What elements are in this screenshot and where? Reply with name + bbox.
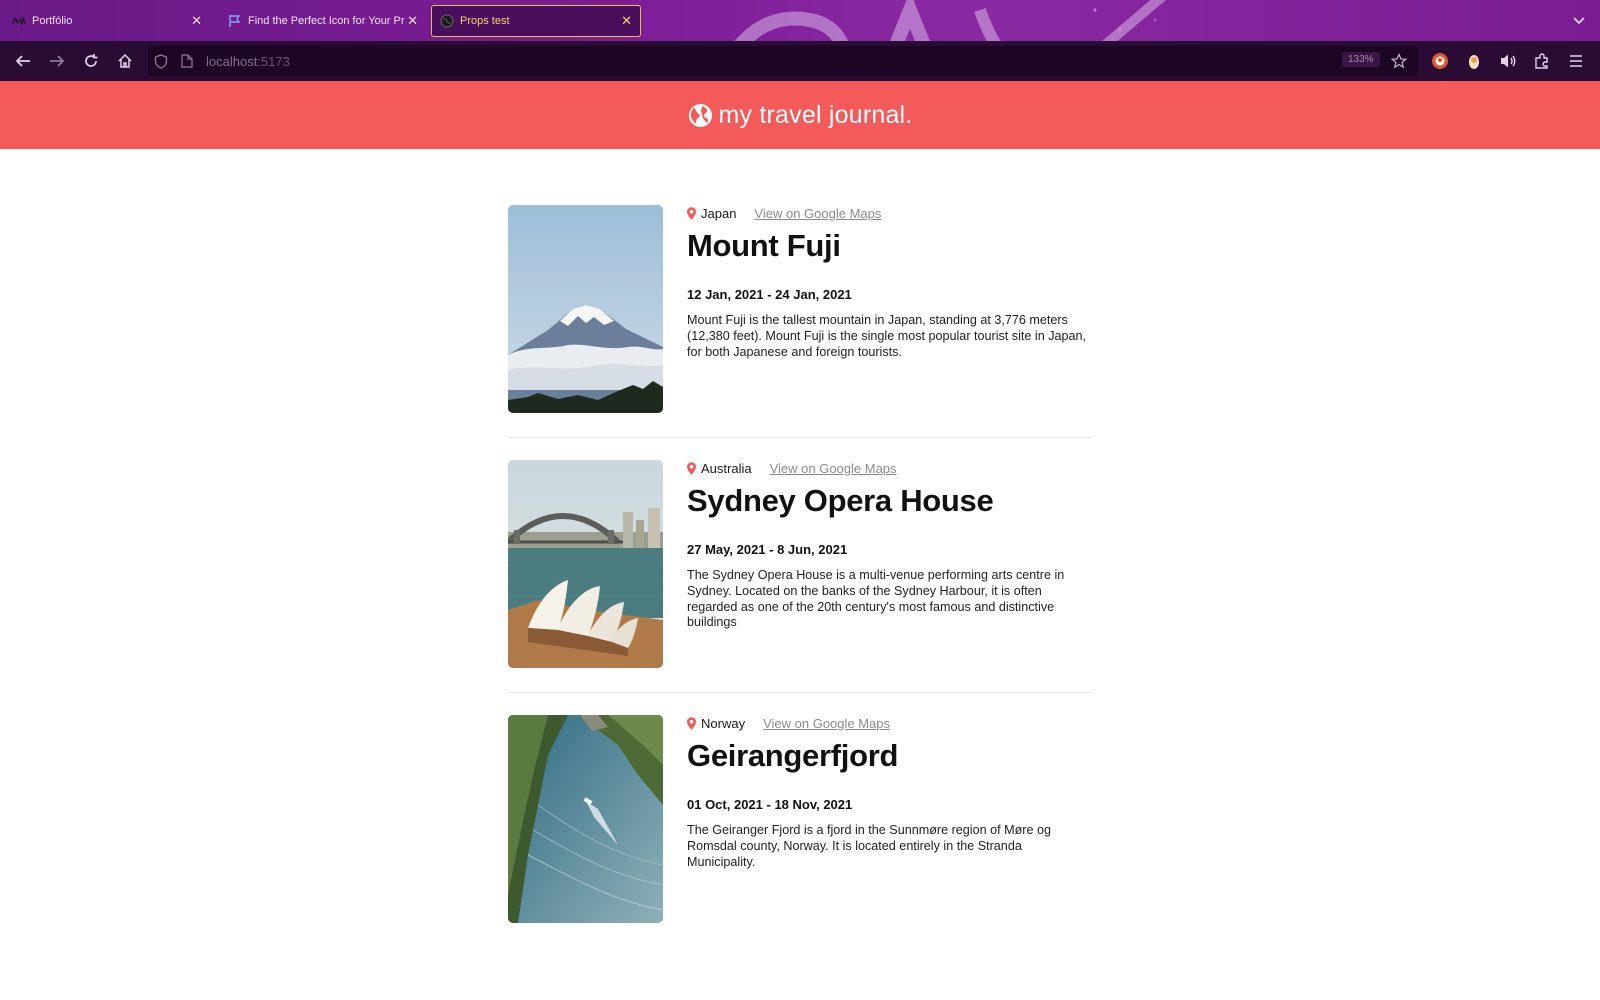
entry-country: Norway (701, 715, 746, 731)
address-bar[interactable]: localhost:5173 133% (148, 46, 1418, 76)
journal-entry: Norway View on Google Maps Geirangerfjor… (508, 715, 1092, 970)
browser-tab-bar: Portfólio ✕ Find the Perfect Icon for Yo… (0, 0, 1600, 41)
sydney-opera-house-photo (508, 460, 663, 668)
zoom-level-badge[interactable]: 133% (1342, 52, 1380, 67)
hamburger-menu-icon[interactable] (1566, 51, 1586, 71)
tab-portfolio[interactable]: Portfólio ✕ (4, 6, 210, 36)
location-row: Australia View on Google Maps (687, 460, 1092, 476)
entry-title: Mount Fuji (687, 228, 841, 263)
location-row: Norway View on Google Maps (687, 715, 1092, 731)
close-tab-icon[interactable]: ✕ (191, 14, 202, 27)
entry-body: Japan View on Google Maps Mount Fuji 12 … (687, 205, 1092, 360)
entry-country: Japan (701, 205, 737, 221)
tab-props-test[interactable]: Props test ✕ (431, 5, 641, 37)
entry-country: Australia (701, 460, 752, 476)
entry-body: Australia View on Google Maps Sydney Ope… (687, 460, 1092, 631)
tab-label: Props test (460, 15, 510, 27)
journal-entry: Japan View on Google Maps Mount Fuji 12 … (508, 205, 1092, 460)
entry-title: Sydney Opera House (687, 483, 994, 518)
extension-icon[interactable] (1464, 51, 1484, 71)
google-maps-link[interactable]: View on Google Maps (770, 461, 897, 476)
reload-icon[interactable] (81, 51, 101, 71)
tab-label: Find the Perfect Icon for Your Pr (248, 15, 405, 27)
back-arrow-icon[interactable] (13, 51, 33, 71)
close-tab-icon[interactable]: ✕ (407, 14, 418, 27)
home-icon[interactable] (115, 51, 135, 71)
site-logo-icon (12, 14, 26, 28)
location-pin-icon (687, 206, 696, 220)
duckduckgo-extension-icon[interactable] (1430, 51, 1450, 71)
entry-body: Norway View on Google Maps Geirangerfjor… (687, 715, 1092, 870)
mount-fuji-photo (508, 205, 663, 413)
site-title: my travel journal. (718, 100, 913, 129)
url-host: localhost (206, 54, 258, 69)
location-pin-icon (687, 461, 696, 475)
url-port: :5173 (257, 54, 290, 69)
globe-icon (688, 103, 712, 127)
tab-label: Portfólio (32, 15, 73, 27)
entry-description: Mount Fuji is the tallest mountain in Ja… (687, 313, 1087, 359)
page-header: my travel journal. (0, 81, 1600, 149)
close-tab-icon[interactable]: ✕ (621, 14, 632, 27)
flag-icon (228, 14, 242, 28)
tab-find-icon[interactable]: Find the Perfect Icon for Your Pr ✕ (220, 6, 426, 36)
entry-dates: 27 May, 2021 - 8 Jun, 2021 (687, 542, 848, 557)
google-maps-link[interactable]: View on Google Maps (763, 716, 890, 731)
shield-icon[interactable] (154, 54, 168, 74)
journal-entries: Japan View on Google Maps Mount Fuji 12 … (508, 205, 1092, 970)
page-icon (181, 54, 193, 73)
geirangerfjord-photo (508, 715, 663, 923)
extensions-puzzle-icon[interactable] (1532, 51, 1552, 71)
forward-arrow-icon[interactable] (47, 51, 67, 71)
speaker-icon[interactable] (1498, 51, 1518, 71)
chevron-down-icon[interactable] (1572, 12, 1586, 30)
entry-description: The Sydney Opera House is a multi-venue … (687, 568, 1065, 630)
journal-entry: Australia View on Google Maps Sydney Ope… (508, 460, 1092, 715)
location-row: Japan View on Google Maps (687, 205, 1092, 221)
entry-dates: 12 Jan, 2021 - 24 Jan, 2021 (687, 287, 852, 302)
google-maps-link[interactable]: View on Google Maps (754, 206, 881, 221)
browser-nav-bar: localhost:5173 133% (0, 41, 1600, 81)
entry-divider (508, 692, 1092, 693)
entry-divider (508, 437, 1092, 438)
location-pin-icon (687, 716, 696, 730)
browser-theme-artwork (734, 0, 1166, 41)
globe-icon (440, 14, 454, 28)
bookmark-star-icon[interactable] (1390, 53, 1408, 74)
entry-description: The Geiranger Fjord is a fjord in the Su… (687, 823, 1051, 869)
entry-title: Geirangerfjord (687, 738, 899, 773)
url-text[interactable]: localhost:5173 (206, 54, 290, 69)
entry-dates: 01 Oct, 2021 - 18 Nov, 2021 (687, 797, 853, 812)
